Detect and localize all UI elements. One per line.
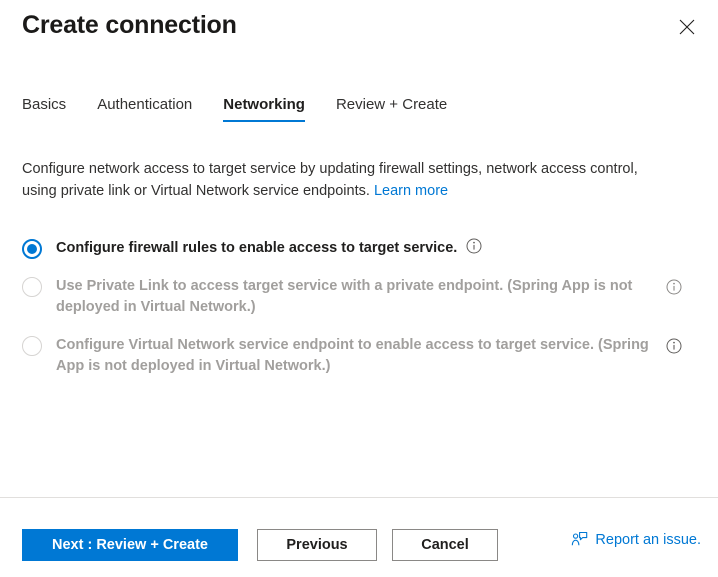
info-icon-firewall-rules[interactable] <box>466 238 482 254</box>
option-vnet-service-endpoint: Configure Virtual Network service endpoi… <box>22 335 682 377</box>
option-firewall-rules-label: Configure firewall rules to enable acces… <box>56 240 458 256</box>
option-vnet-service-endpoint-label: Configure Virtual Network service endpoi… <box>56 337 649 374</box>
section-description: Configure network access to target servi… <box>22 158 664 202</box>
dialog-header: Create connection <box>0 0 718 62</box>
info-icon-private-link[interactable] <box>666 279 682 295</box>
network-access-options: Configure firewall rules to enable acces… <box>22 238 682 394</box>
option-firewall-rules[interactable]: Configure firewall rules to enable acces… <box>22 238 682 259</box>
tab-review-create[interactable]: Review + Create <box>336 96 447 122</box>
option-private-link: Use Private Link to access target servic… <box>22 276 682 318</box>
radio-private-link <box>22 277 42 297</box>
feedback-person-icon <box>571 531 588 548</box>
dialog-footer: Next : Review + Create Previous Cancel R… <box>0 498 718 577</box>
next-review-create-button[interactable]: Next : Review + Create <box>22 529 238 561</box>
report-issue-link[interactable]: Report an issue. <box>571 531 701 548</box>
description-text: Configure network access to target servi… <box>22 161 638 199</box>
close-icon <box>679 19 695 35</box>
close-button[interactable] <box>671 11 703 43</box>
learn-more-link[interactable]: Learn more <box>374 183 448 199</box>
page-title: Create connection <box>22 11 237 39</box>
radio-vnet-service-endpoint <box>22 336 42 356</box>
report-issue-label: Report an issue. <box>595 531 701 548</box>
tab-list: Basics Authentication Networking Review … <box>22 96 447 122</box>
tab-basics[interactable]: Basics <box>22 96 66 122</box>
cancel-button[interactable]: Cancel <box>392 529 498 561</box>
tab-authentication[interactable]: Authentication <box>97 96 192 122</box>
tab-networking[interactable]: Networking <box>223 96 305 122</box>
option-private-link-label: Use Private Link to access target servic… <box>56 278 633 315</box>
radio-firewall-rules[interactable] <box>22 239 42 259</box>
previous-button[interactable]: Previous <box>257 529 377 561</box>
info-icon-vnet-service-endpoint[interactable] <box>666 338 682 354</box>
